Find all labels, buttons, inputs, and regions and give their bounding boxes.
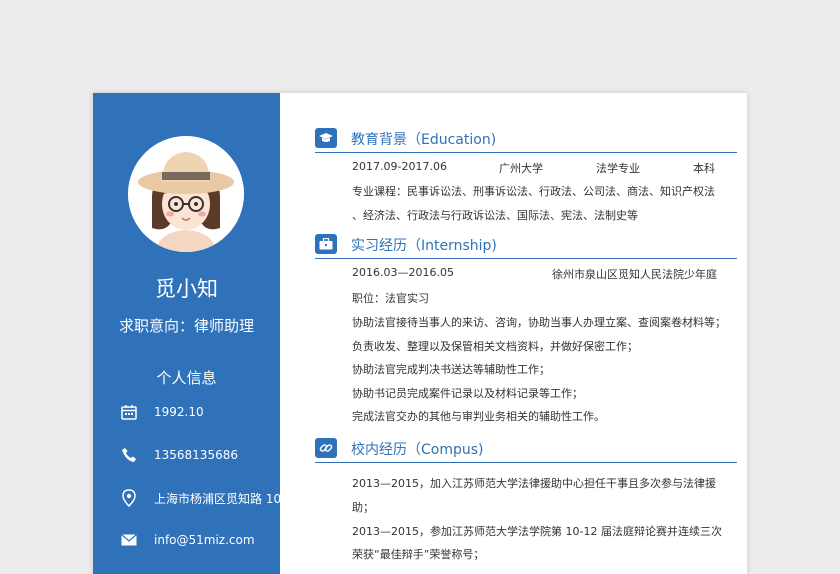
internship-line: 职位：法官实习 (352, 292, 429, 305)
phone-icon (120, 446, 138, 464)
internship-org: 徐州市泉山区觅知人民法院少年庭 (552, 268, 717, 281)
address-row: 上海市杨浦区觅知路 108 (120, 488, 280, 508)
education-major: 法学专业 (596, 162, 640, 175)
internship-line: 协助法官接待当事人的来访、咨询，协助当事人办理立案、查阅案卷材料等； (352, 316, 726, 329)
internship-line: 协助书记员完成案件记录以及材料记录等工作； (352, 387, 583, 400)
phone-value: 13568135686 (154, 448, 238, 462)
birth-row: 1992.10 (120, 402, 204, 422)
sidebar: 觅小知 求职意向：律师助理 个人信息 1992.10 13568135686 上… (93, 93, 280, 574)
internship-line: 协助法官完成判决书送达等辅助性工作； (352, 363, 550, 376)
internship-header: 实习经历（Internship) (315, 234, 737, 259)
campus-line: 荣获“最佳辩手”荣誉称号； (352, 548, 485, 561)
campus-line: 2013—2015，加入江苏师范大学法律援助中心担任干事且多次参与法律援 (352, 477, 716, 490)
internship-line: 负责收发、整理以及保管相关文档资料，并做好保密工作； (352, 340, 638, 353)
email-value: info@51miz.com (154, 533, 255, 547)
education-courses: 专业课程：民事诉讼法、刑事诉讼法、行政法、公司法、商法、知识产权法 (352, 185, 715, 198)
main-content: 教育背景（Education) 2017.09-2017.06 广州大学 法学专… (280, 93, 747, 574)
internship-line: 完成法官交办的其他与审判业务相关的辅助性工作。 (352, 410, 605, 423)
calendar-icon (120, 403, 138, 421)
email-row: info@51miz.com (120, 530, 255, 550)
birth-value: 1992.10 (154, 405, 204, 419)
education-title: 教育背景（Education) (351, 132, 497, 148)
briefcase-icon (315, 234, 337, 254)
personal-info-title: 个人信息 (156, 369, 217, 387)
education-period: 2017.09-2017.06 (352, 160, 447, 173)
address-value: 上海市杨浦区觅知路 108 (154, 491, 280, 506)
education-school: 广州大学 (499, 162, 543, 175)
mail-icon (120, 531, 138, 549)
campus-line: 2013—2015，参加江苏师范大学法学院第 10-12 届法庭辩论赛并连续三次 (352, 525, 722, 538)
campus-header: 校内经历（Compus) (315, 438, 737, 463)
resume-page: 觅小知 求职意向：律师助理 个人信息 1992.10 13568135686 上… (93, 93, 747, 574)
campus-title: 校内经历（Compus) (351, 442, 484, 458)
campus-line: 助； (352, 501, 374, 514)
job-intent: 求职意向：律师助理 (118, 317, 254, 335)
education-header: 教育背景（Education) (315, 128, 737, 153)
internship-period: 2016.03—2016.05 (352, 266, 454, 279)
graduation-cap-icon (315, 128, 337, 148)
location-pin-icon (120, 489, 138, 507)
education-degree: 本科 (693, 162, 715, 175)
phone-row: 13568135686 (120, 445, 238, 465)
internship-title: 实习经历（Internship) (351, 238, 497, 254)
avatar (128, 136, 244, 252)
education-courses: 、经济法、行政法与行政诉讼法、国际法、宪法、法制史等 (352, 209, 638, 222)
link-icon (315, 438, 337, 458)
name: 觅小知 (155, 277, 218, 301)
